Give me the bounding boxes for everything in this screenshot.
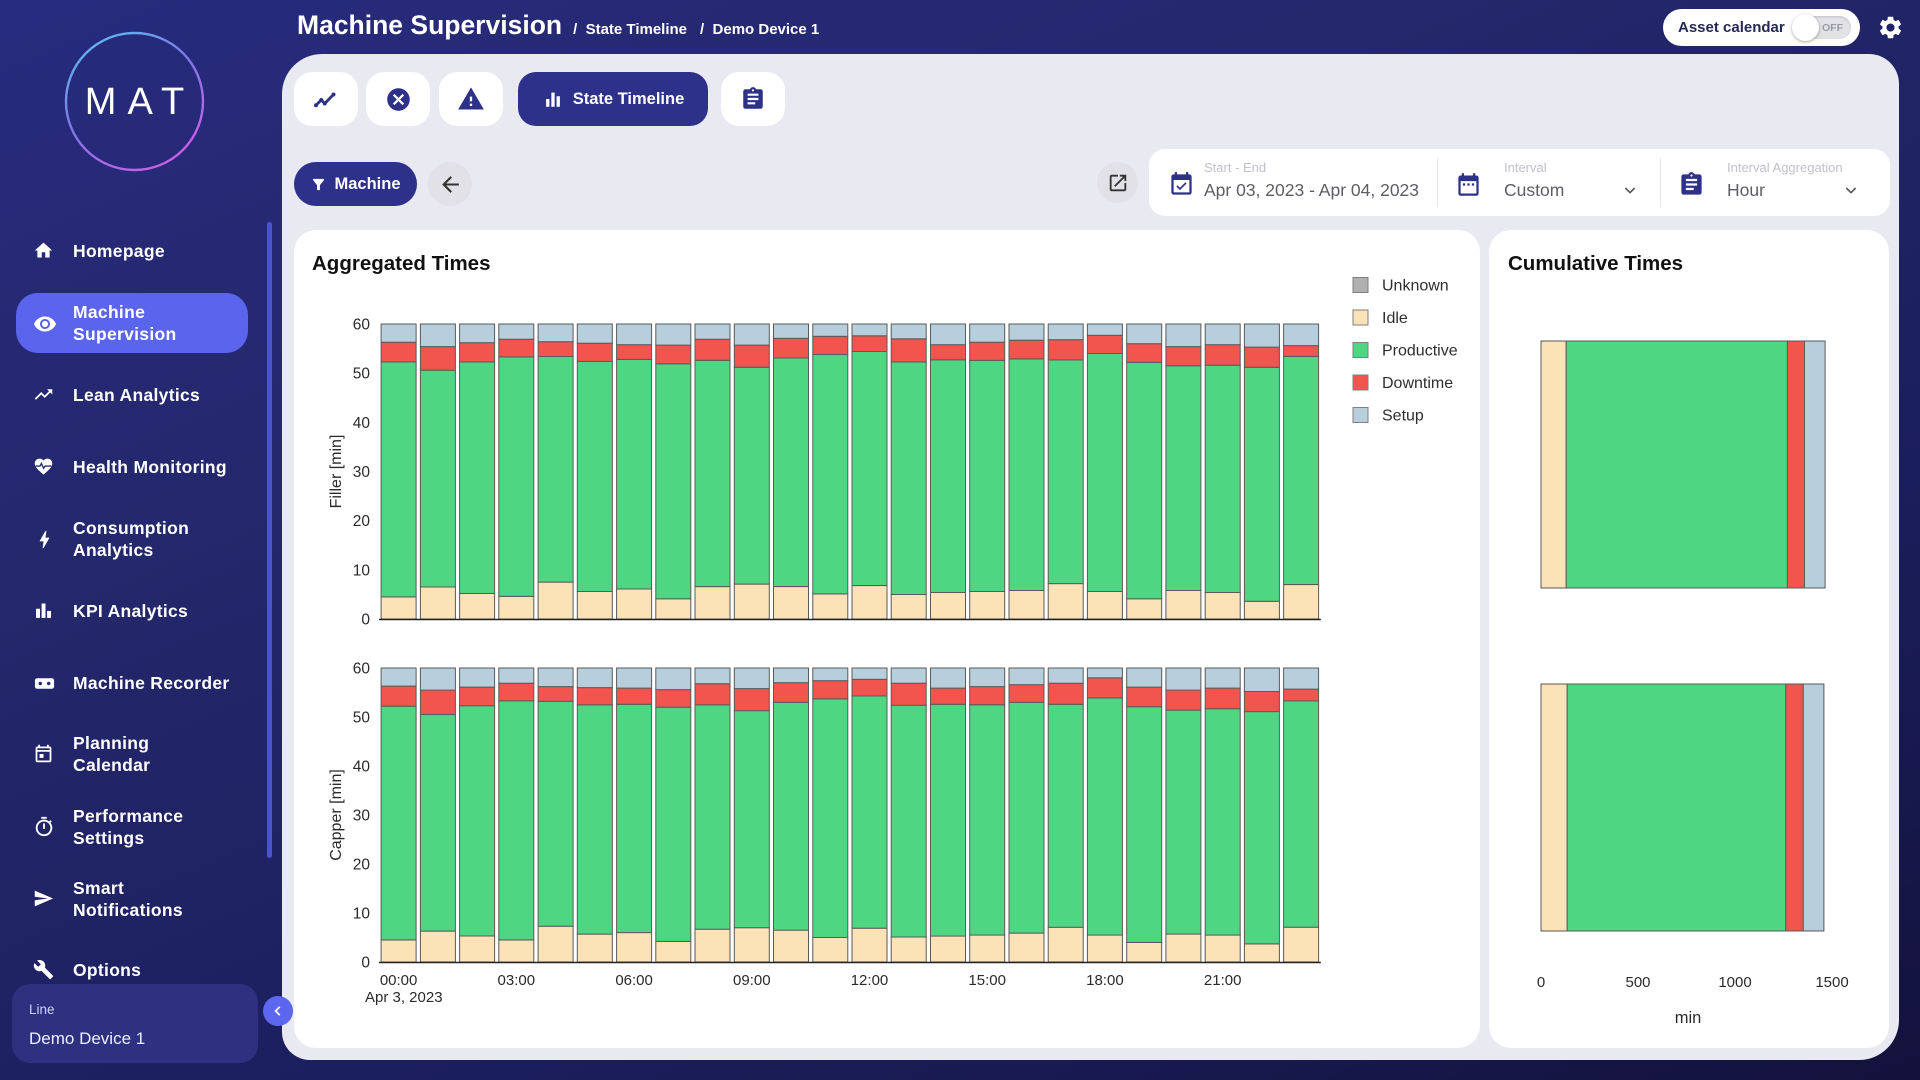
svg-text:50: 50 — [353, 366, 371, 383]
svg-text:0: 0 — [361, 955, 370, 972]
svg-text:40: 40 — [353, 415, 371, 432]
svg-text:Unknown: Unknown — [1382, 278, 1449, 295]
svg-text:500: 500 — [1625, 974, 1650, 991]
svg-text:09:00: 09:00 — [733, 972, 771, 989]
svg-text:Filler [min]: Filler [min] — [328, 435, 345, 509]
svg-text:60: 60 — [353, 317, 371, 334]
svg-text:15:00: 15:00 — [968, 972, 1006, 989]
svg-text:21:00: 21:00 — [1204, 972, 1242, 989]
svg-text:18:00: 18:00 — [1086, 972, 1124, 989]
svg-text:Downtime: Downtime — [1382, 375, 1453, 392]
svg-text:10: 10 — [353, 906, 371, 923]
svg-text:20: 20 — [353, 513, 371, 530]
svg-text:0: 0 — [1537, 974, 1545, 991]
svg-text:10: 10 — [353, 562, 371, 579]
svg-text:Setup: Setup — [1382, 408, 1424, 425]
svg-text:Apr 3, 2023: Apr 3, 2023 — [365, 989, 443, 1006]
svg-text:Productive: Productive — [1382, 343, 1458, 360]
svg-text:1500: 1500 — [1815, 974, 1848, 991]
svg-text:03:00: 03:00 — [498, 972, 536, 989]
svg-text:30: 30 — [353, 808, 371, 825]
svg-text:50: 50 — [353, 710, 371, 727]
svg-text:0: 0 — [361, 612, 370, 629]
svg-text:12:00: 12:00 — [851, 972, 889, 989]
svg-text:min: min — [1675, 1009, 1702, 1027]
svg-text:1000: 1000 — [1718, 974, 1751, 991]
svg-text:00:00: 00:00 — [380, 972, 418, 989]
svg-text:30: 30 — [353, 464, 371, 481]
svg-text:06:00: 06:00 — [615, 972, 653, 989]
svg-text:MAT: MAT — [85, 81, 195, 123]
svg-text:Idle: Idle — [1382, 310, 1408, 327]
svg-text:40: 40 — [353, 759, 371, 776]
svg-text:20: 20 — [353, 857, 371, 874]
svg-text:Capper [min]: Capper [min] — [328, 769, 345, 861]
svg-text:60: 60 — [353, 661, 371, 678]
